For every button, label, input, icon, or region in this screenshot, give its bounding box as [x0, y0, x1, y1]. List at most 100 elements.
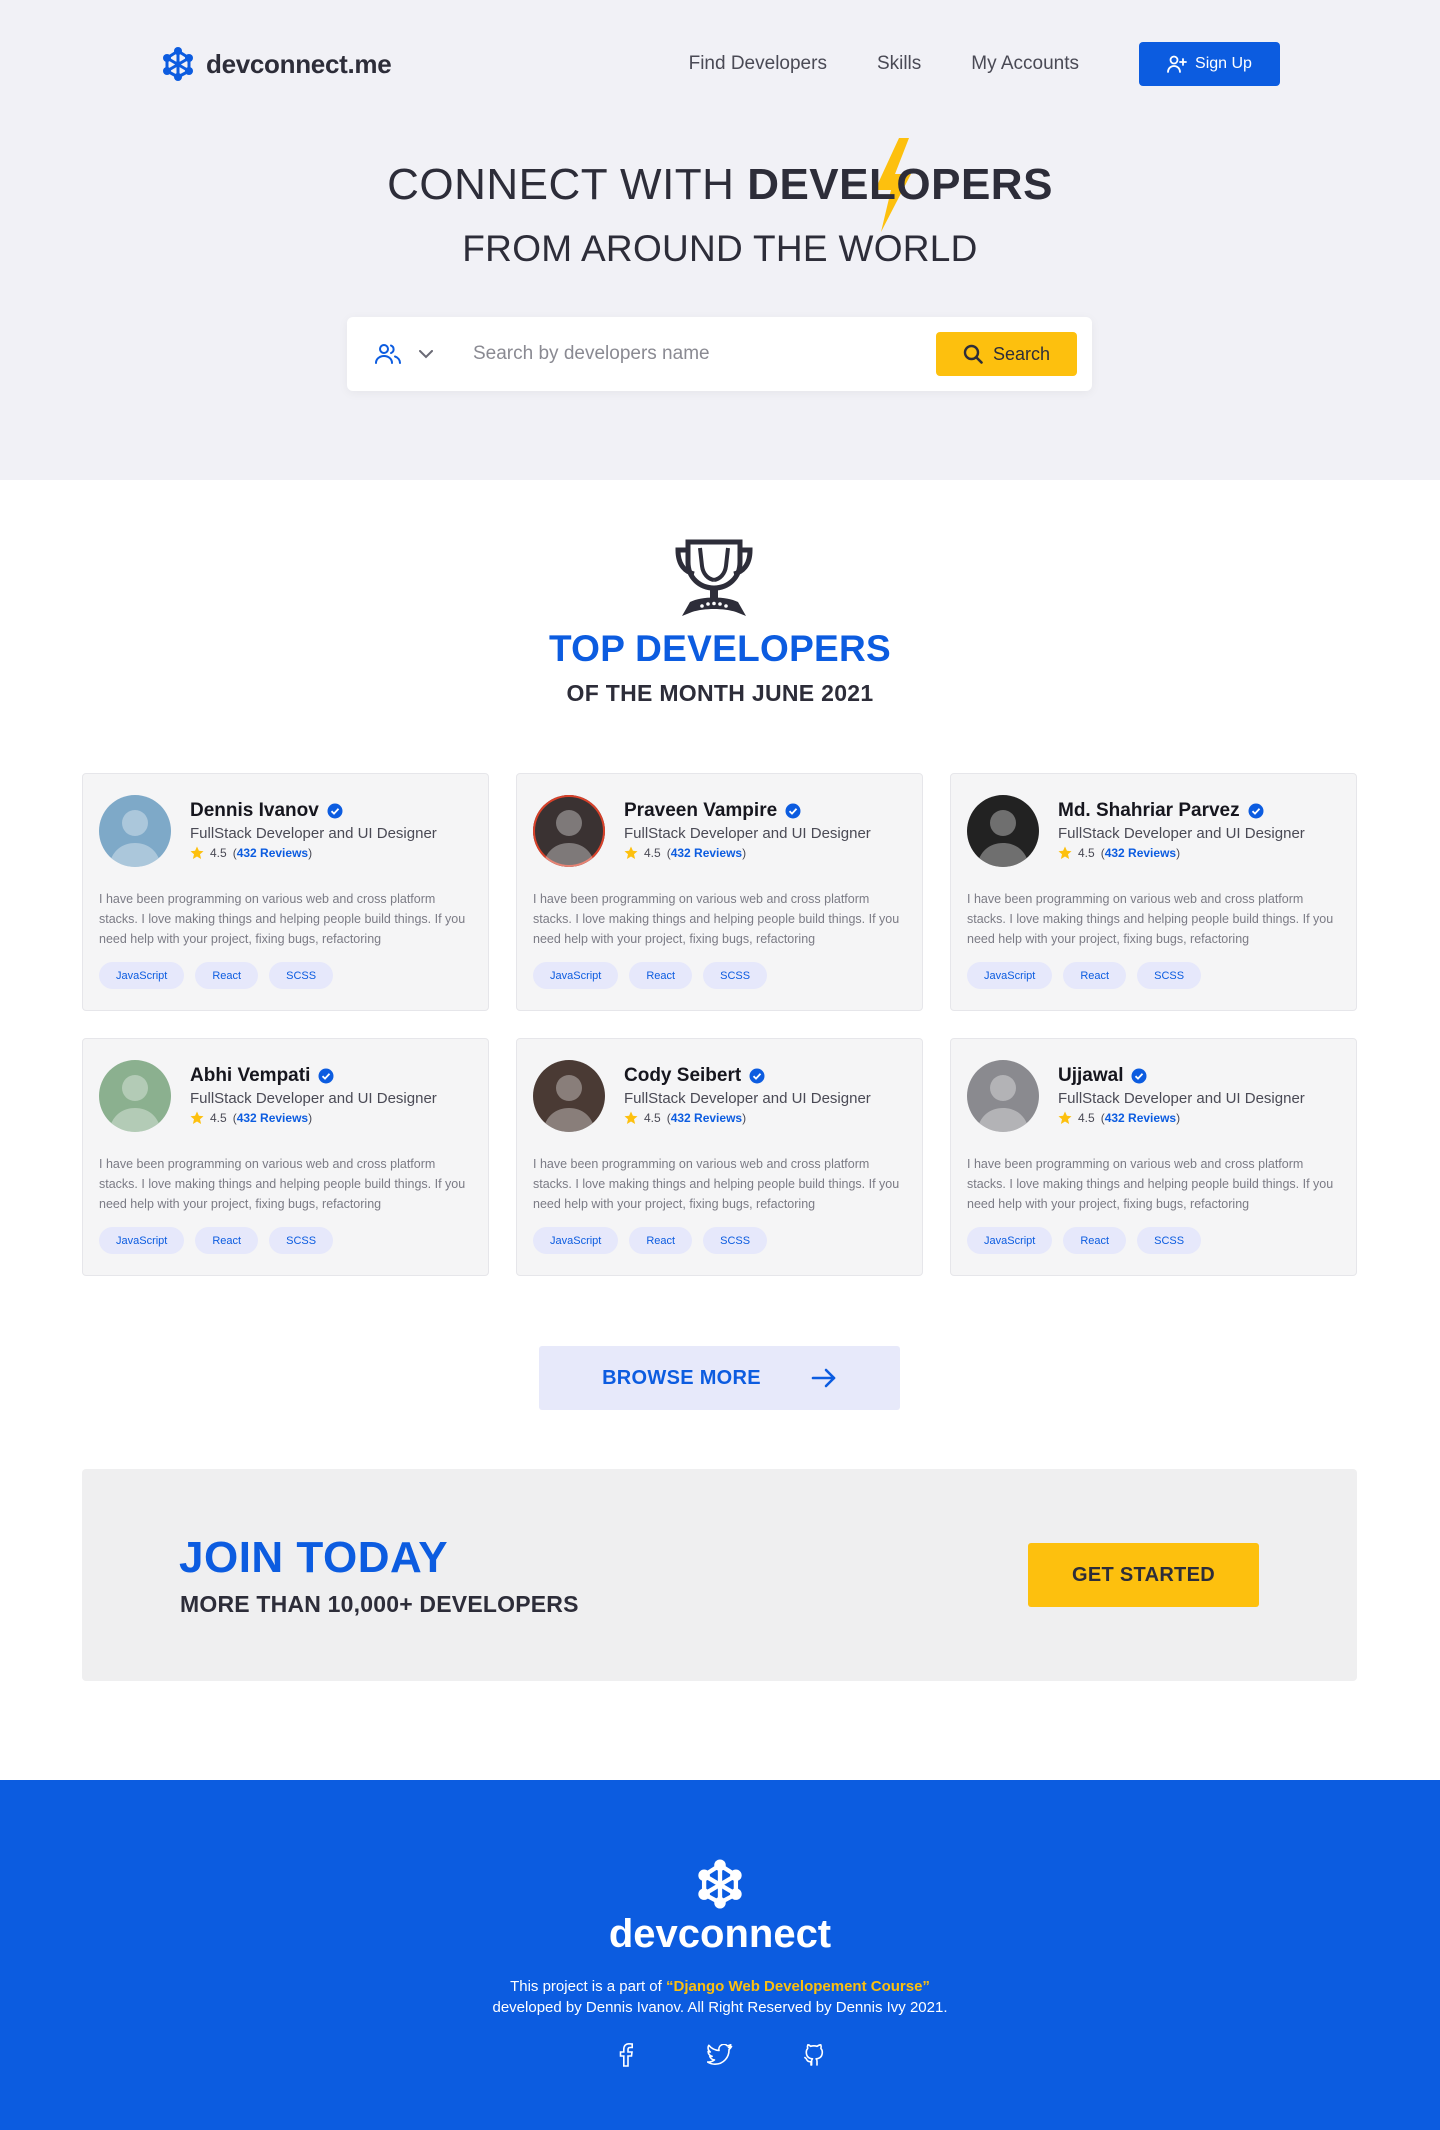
card-header: Dennis Ivanov FullStack Developer and UI… [99, 795, 472, 867]
skill-tag[interactable]: SCSS [703, 962, 768, 989]
join-banner: JOIN TODAY MORE THAN 10,000+ DEVELOPERS … [82, 1469, 1357, 1681]
avatar-person-icon [977, 1075, 1029, 1132]
skill-tag[interactable]: SCSS [1137, 962, 1202, 989]
nav-skills[interactable]: Skills [877, 53, 921, 75]
rating-value: 4.5 [644, 1111, 661, 1125]
reviews-link[interactable]: 432 Reviews [1105, 1111, 1176, 1125]
skill-tag[interactable]: SCSS [703, 1227, 768, 1254]
avatar [99, 795, 171, 867]
reviews-link[interactable]: 432 Reviews [671, 1111, 742, 1125]
developer-role: FullStack Developer and UI Designer [190, 825, 437, 842]
arrow-right-icon [811, 1368, 836, 1388]
reviews-link[interactable]: 432 Reviews [1105, 846, 1176, 860]
reviews-link[interactable]: 432 Reviews [671, 846, 742, 860]
star-icon [624, 1111, 638, 1124]
rating-value: 4.5 [644, 846, 661, 860]
developer-name[interactable]: Ujjawal [1058, 1065, 1123, 1087]
search-bar: Search [347, 317, 1092, 391]
search-button-label: Search [992, 343, 1051, 364]
avatar-person-icon [543, 810, 595, 867]
developer-card[interactable]: Md. Shahriar Parvez FullStack Developer … [950, 773, 1357, 1011]
logo-text: devconnect.me [206, 48, 392, 79]
avatar [967, 1060, 1039, 1132]
social-links [0, 2042, 1440, 2068]
nav-links: Find Developers Skills My Accounts [689, 53, 1079, 75]
browse-more-button[interactable]: BROWSE MORE [539, 1346, 900, 1410]
reviews-link[interactable]: 432 Reviews [237, 846, 308, 860]
search-input[interactable] [473, 343, 913, 365]
developer-rating: 4.5 (432 Reviews) [624, 846, 871, 860]
footer-brand-name: devconnect [608, 1912, 832, 1956]
developer-name[interactable]: Md. Shahriar Parvez [1058, 800, 1240, 822]
join-subtitle: MORE THAN 10,000+ DEVELOPERS [180, 1591, 579, 1617]
card-header: Abhi Vempati FullStack Developer and UI … [99, 1060, 472, 1132]
skill-tag[interactable]: JavaScript [967, 962, 1053, 989]
developer-name-row: Ujjawal [1058, 1065, 1305, 1087]
developer-name[interactable]: Cody Seibert [624, 1065, 741, 1087]
developer-rating: 4.5 (432 Reviews) [190, 1111, 437, 1125]
star-icon [190, 1111, 204, 1124]
signup-button[interactable]: Sign Up [1139, 42, 1280, 86]
developer-name-row: Praveen Vampire [624, 800, 871, 822]
skill-tag[interactable]: SCSS [269, 1227, 334, 1254]
join-title: JOIN TODAY [179, 1533, 449, 1582]
chevron-down-icon [419, 349, 433, 358]
skill-tag[interactable]: React [195, 1227, 259, 1254]
developer-card[interactable]: Abhi Vempati FullStack Developer and UI … [82, 1038, 489, 1276]
skill-tag[interactable]: JavaScript [533, 1227, 619, 1254]
verified-badge-icon [318, 1068, 334, 1084]
developer-name[interactable]: Praveen Vampire [624, 800, 777, 822]
avatar-person-icon [543, 1075, 595, 1132]
rating-value: 4.5 [1078, 1111, 1095, 1125]
card-info: Cody Seibert FullStack Developer and UI … [624, 1060, 871, 1125]
top-developers-subtitle: OF THE MONTH JUNE 2021 [566, 680, 874, 706]
rating-value: 4.5 [210, 1111, 227, 1125]
skill-tag[interactable]: React [1063, 1227, 1127, 1254]
developer-role: FullStack Developer and UI Designer [1058, 1090, 1305, 1107]
avatar-person-icon [109, 810, 161, 867]
skill-tag[interactable]: JavaScript [99, 962, 185, 989]
search-button[interactable]: Search [936, 332, 1077, 376]
developer-name[interactable]: Abhi Vempati [190, 1065, 310, 1087]
skill-tag[interactable]: SCSS [269, 962, 334, 989]
card-header: Md. Shahriar Parvez FullStack Developer … [967, 795, 1340, 867]
github-icon[interactable] [801, 2042, 827, 2068]
twitter-icon[interactable] [707, 2042, 733, 2068]
skill-tags: JavaScript React SCSS [967, 962, 1340, 989]
skill-tag[interactable]: JavaScript [533, 962, 619, 989]
hero-title-strong: DEVELOPERS [747, 138, 1053, 232]
developer-name[interactable]: Dennis Ivanov [190, 800, 319, 822]
skill-tag[interactable]: React [629, 962, 693, 989]
developer-card[interactable]: Ujjawal FullStack Developer and UI Desig… [950, 1038, 1357, 1276]
skill-tag[interactable]: React [1063, 962, 1127, 989]
verified-badge-icon [749, 1068, 765, 1084]
reviews-link[interactable]: 432 Reviews [237, 1111, 308, 1125]
star-icon [624, 846, 638, 859]
skill-tags: JavaScript React SCSS [967, 1227, 1340, 1254]
skill-tag[interactable]: SCSS [1137, 1227, 1202, 1254]
skill-tag[interactable]: JavaScript [967, 1227, 1053, 1254]
skill-tag[interactable]: React [195, 962, 259, 989]
skill-tag[interactable]: JavaScript [99, 1227, 185, 1254]
developer-name-row: Md. Shahriar Parvez [1058, 800, 1305, 822]
developer-card[interactable]: Cody Seibert FullStack Developer and UI … [516, 1038, 923, 1276]
skill-tag[interactable]: React [629, 1227, 693, 1254]
course-link[interactable]: “Django Web Developement Course” [666, 1978, 930, 1995]
avatar [967, 795, 1039, 867]
get-started-button[interactable]: GET STARTED [1028, 1543, 1259, 1607]
facebook-icon[interactable] [613, 2042, 639, 2068]
nav-my-accounts[interactable]: My Accounts [971, 53, 1079, 75]
rating-value: 4.5 [210, 846, 227, 860]
card-info: Ujjawal FullStack Developer and UI Desig… [1058, 1060, 1305, 1125]
avatar [533, 795, 605, 867]
search-type-dropdown[interactable] [375, 343, 433, 365]
nav-find-developers[interactable]: Find Developers [689, 53, 827, 75]
developer-card[interactable]: Dennis Ivanov FullStack Developer and UI… [82, 773, 489, 1011]
skill-tags: JavaScript React SCSS [99, 962, 472, 989]
footer-logo-icon[interactable] [694, 1858, 746, 1910]
developer-bio: I have been programming on various web a… [967, 1157, 1334, 1211]
developer-card[interactable]: Praveen Vampire FullStack Developer and … [516, 773, 923, 1011]
search-icon [963, 344, 983, 364]
logo[interactable]: devconnect.me [160, 46, 392, 82]
hero-title: CONNECT WITH DEVELOPERS [0, 138, 1440, 232]
